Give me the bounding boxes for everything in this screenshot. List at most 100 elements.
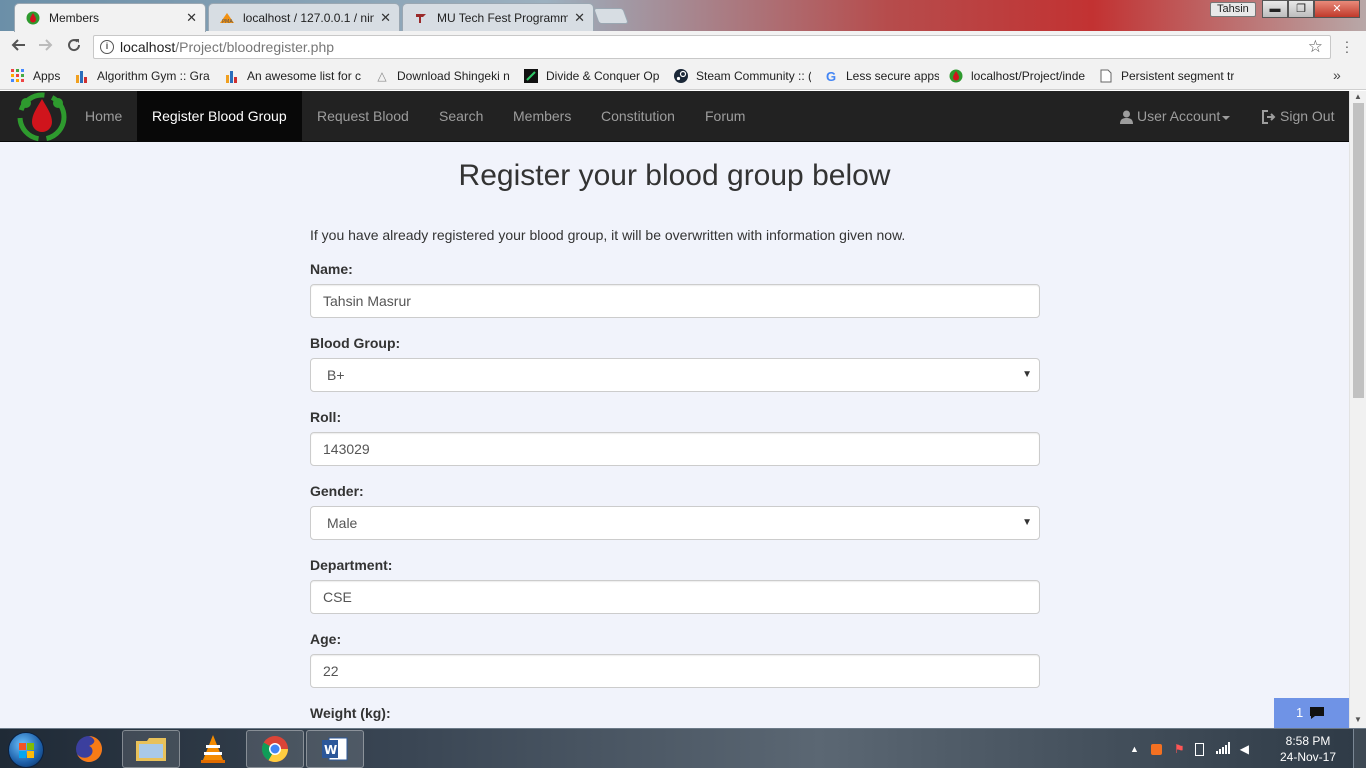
age-label: Age:: [310, 631, 342, 647]
department-field[interactable]: [310, 580, 1040, 614]
bookmark-steam[interactable]: Steam Community :: (: [673, 68, 811, 84]
taskbar-file-explorer[interactable]: [122, 730, 180, 768]
new-tab-button[interactable]: [593, 8, 629, 24]
tech-fest-icon: [413, 10, 429, 26]
windows-logo-icon: [19, 743, 34, 758]
scrollbar-thumb[interactable]: [1353, 103, 1364, 398]
nav-forum[interactable]: Forum: [690, 91, 760, 142]
bookmark-apps[interactable]: Apps: [10, 68, 68, 84]
blood-group-select[interactable]: B+ ▼: [310, 358, 1040, 392]
browser-tab-strip: Members ✕ PMA localhost / 127.0.0.1 / ni…: [0, 0, 1366, 32]
bookmark-star-icon[interactable]: ☆: [1308, 36, 1323, 58]
start-button[interactable]: [8, 732, 44, 768]
blood-group-label: Blood Group:: [310, 335, 401, 351]
gender-label: Gender:: [310, 483, 364, 499]
nav-members[interactable]: Members: [498, 91, 586, 142]
minimize-button[interactable]: ▬: [1262, 0, 1288, 18]
name-label: Name:: [310, 261, 353, 277]
maximize-button[interactable]: ❐: [1288, 0, 1314, 18]
intro-text: If you have already registered your bloo…: [310, 227, 906, 243]
url-host: localhost: [120, 39, 176, 55]
bookmark-divide-conquer[interactable]: Divide & Conquer Op: [523, 68, 661, 84]
bookmark-less-secure-apps[interactable]: G Less secure apps: [823, 68, 939, 84]
windows-taskbar: W ▲ ⚑ ◀ 8:58 PM 24-Nov-17: [0, 728, 1366, 768]
dropdown-arrow-icon: ▼: [1022, 369, 1032, 380]
tab-close-icon[interactable]: ✕: [574, 10, 585, 26]
page-scrollbar[interactable]: ▲ ▼: [1349, 91, 1366, 728]
nav-search[interactable]: Search: [424, 91, 498, 142]
chrome-icon: [261, 736, 289, 763]
bookmark-label: Divide & Conquer Op: [546, 69, 660, 83]
user-account-label: User Account: [1137, 108, 1221, 124]
tab-close-icon[interactable]: ✕: [186, 10, 197, 26]
bookmark-localhost-project[interactable]: localhost/Project/inde: [948, 68, 1086, 84]
tab-close-icon[interactable]: ✕: [380, 10, 391, 26]
chat-widget-button[interactable]: 1: [1274, 698, 1349, 728]
taskbar-firefox[interactable]: [60, 730, 118, 768]
gender-select[interactable]: Male ▼: [310, 506, 1040, 540]
sign-out-link[interactable]: Sign Out: [1262, 91, 1334, 142]
anime-icon: △: [377, 69, 387, 83]
show-hidden-icons-icon[interactable]: ▲: [1130, 744, 1139, 754]
user-account-dropdown[interactable]: User Account: [1120, 91, 1231, 142]
bookmark-awesome-list[interactable]: An awesome list for c: [224, 68, 362, 84]
forward-arrow-icon[interactable]: [36, 37, 56, 57]
bookmark-label: Download Shingeki n: [397, 69, 510, 83]
more-bookmarks-icon[interactable]: »: [1333, 67, 1341, 83]
bookmark-shingeki[interactable]: △ Download Shingeki n: [374, 68, 512, 84]
tab-mu-tech-fest[interactable]: MU Tech Fest Programm ✕: [402, 3, 594, 31]
nav-home[interactable]: Home: [70, 91, 137, 142]
age-field[interactable]: [310, 654, 1040, 688]
clock-time: 8:58 PM: [1285, 734, 1331, 748]
bookmark-label: Less secure apps: [846, 69, 939, 83]
chat-bubble-icon: [1310, 707, 1325, 719]
taskbar-chrome[interactable]: [246, 730, 304, 768]
browser-menu-icon[interactable]: · · ·: [1342, 34, 1352, 58]
bar-chart-icon: [224, 68, 240, 84]
bookmark-label: An awesome list for c: [247, 69, 362, 83]
signal-strength-icon[interactable]: [1215, 741, 1230, 757]
roll-field[interactable]: [310, 432, 1040, 466]
bookmark-algorithm-gym[interactable]: Algorithm Gym :: Gra: [74, 68, 210, 84]
nav-register-blood-group[interactable]: Register Blood Group: [137, 91, 302, 142]
svg-text:W: W: [324, 743, 337, 757]
nav-constitution[interactable]: Constitution: [586, 91, 690, 142]
battery-icon[interactable]: [1194, 742, 1204, 756]
apps-grid-icon: [10, 68, 26, 84]
blood-group-value: B+: [327, 367, 345, 383]
tab-phpmyadmin[interactable]: PMA localhost / 127.0.0.1 / nin ✕: [208, 3, 400, 31]
page-title: Register your blood group below: [458, 159, 891, 192]
phpmyadmin-icon: PMA: [219, 10, 235, 26]
page-viewport: Home Register Blood Group Request Blood …: [0, 91, 1349, 728]
weight-label: Weight (kg):: [310, 705, 391, 721]
bookmark-label: Apps: [33, 69, 61, 83]
firefox-icon: [76, 736, 102, 762]
nav-request-blood[interactable]: Request Blood: [302, 91, 424, 142]
bookmark-persistent-segment[interactable]: Persistent segment tr: [1098, 68, 1236, 84]
page-icon: [1098, 68, 1114, 84]
window-close-button[interactable]: ✕: [1314, 0, 1360, 18]
network-error-icon[interactable]: ⚑: [1174, 742, 1185, 756]
url-path: /Project/bloodregister.php: [175, 39, 335, 55]
blood-drop-icon: [25, 10, 41, 26]
scroll-down-icon[interactable]: ▼: [1354, 715, 1362, 724]
profile-button[interactable]: Tahsin: [1210, 2, 1256, 17]
show-desktop-button[interactable]: [1353, 729, 1366, 768]
reload-icon[interactable]: [64, 37, 84, 57]
back-arrow-icon[interactable]: [8, 37, 28, 57]
taskbar-vlc[interactable]: [184, 730, 242, 768]
avast-icon[interactable]: [1150, 743, 1162, 755]
scroll-up-icon[interactable]: ▲: [1354, 92, 1362, 101]
taskbar-word[interactable]: W: [306, 730, 364, 768]
folder-icon: [136, 738, 166, 761]
info-icon[interactable]: i: [100, 40, 114, 54]
address-bar[interactable]: i localhost/Project/bloodregister.php ☆: [93, 35, 1331, 59]
taskbar-clock[interactable]: 8:58 PM 24-Nov-17: [1270, 733, 1346, 765]
bar-chart-icon: [74, 68, 90, 84]
tab-members[interactable]: Members ✕: [14, 3, 206, 32]
name-field[interactable]: [310, 284, 1040, 318]
browser-toolbar: i localhost/Project/bloodregister.php ☆ …: [0, 31, 1366, 63]
site-logo[interactable]: [14, 91, 70, 142]
system-tray: ▲ ⚑ ◀: [1130, 729, 1249, 768]
volume-icon[interactable]: ◀: [1240, 742, 1249, 756]
